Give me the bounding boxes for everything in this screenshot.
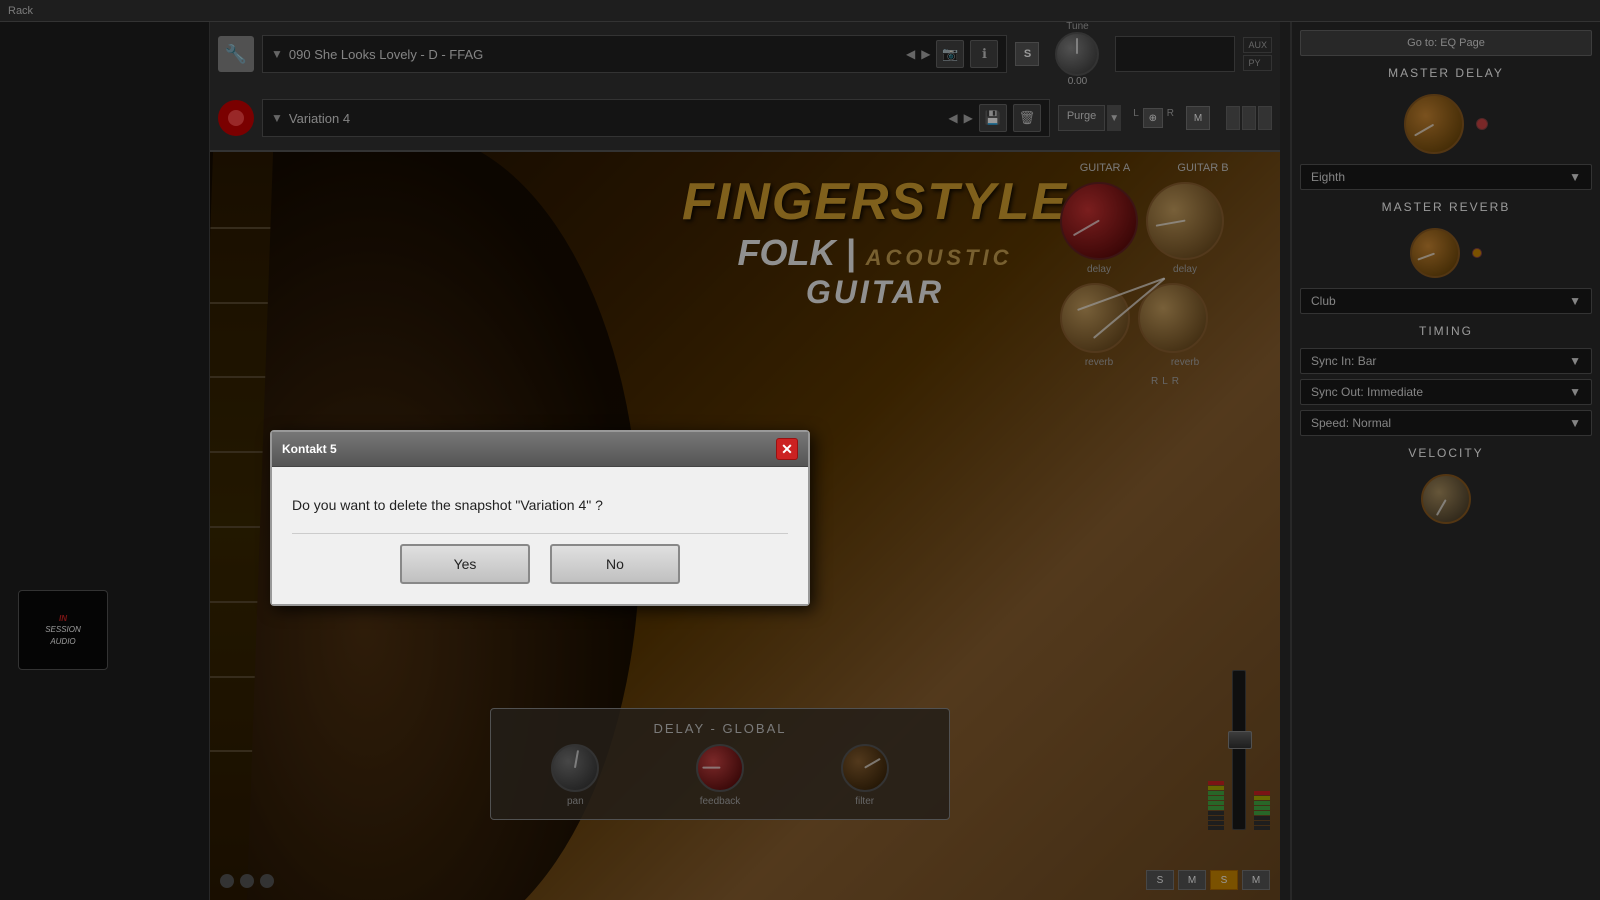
dialog-close-button[interactable]: ✕ [776, 438, 798, 460]
dialog-no-button[interactable]: No [550, 544, 680, 584]
dialog-titlebar: Kontakt 5 ✕ [272, 432, 808, 467]
dialog-window: Kontakt 5 ✕ Do you want to delete the sn… [270, 430, 810, 606]
dialog-overlay: Kontakt 5 ✕ Do you want to delete the sn… [0, 0, 1600, 900]
dialog-buttons: Yes No [292, 533, 788, 584]
dialog-title: Kontakt 5 [282, 442, 337, 456]
dialog-body: Do you want to delete the snapshot "Vari… [272, 467, 808, 604]
dialog-message: Do you want to delete the snapshot "Vari… [292, 497, 788, 513]
rack-container: Rack IN SESSION AUDIO 🔧 ▼ 090 She Looks … [0, 0, 1600, 900]
dialog-yes-button[interactable]: Yes [400, 544, 530, 584]
